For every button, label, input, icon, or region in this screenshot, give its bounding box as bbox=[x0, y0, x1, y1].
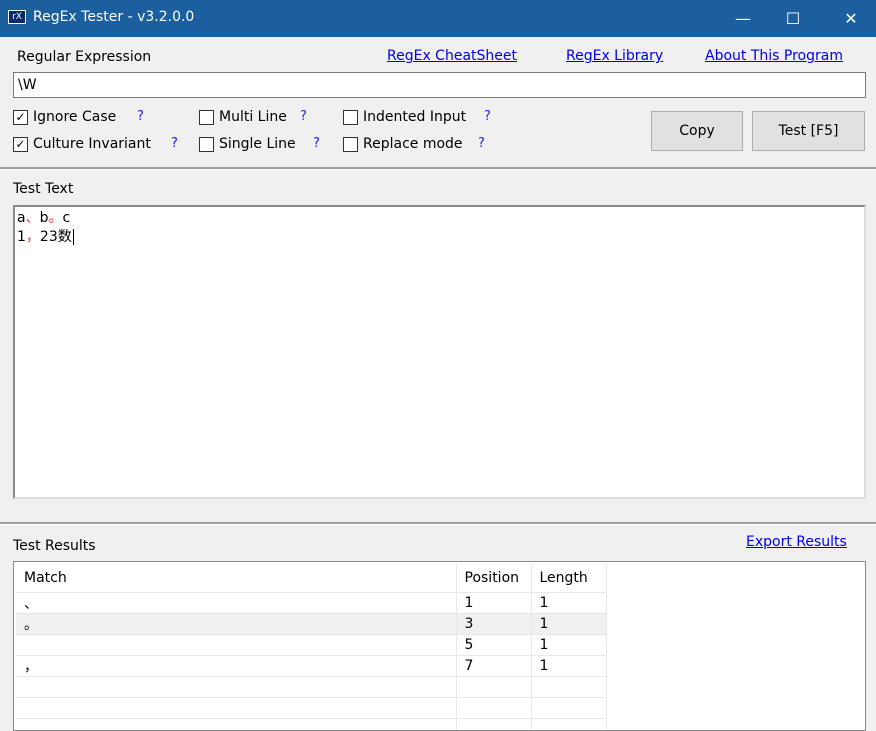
match-highlight: 。 bbox=[48, 210, 63, 226]
option-indented-input[interactable]: Indented Input bbox=[343, 108, 466, 126]
table-row[interactable] bbox=[16, 697, 607, 719]
help-icon[interactable]: ? bbox=[300, 109, 307, 124]
option-replace-mode[interactable]: Replace mode bbox=[343, 135, 463, 153]
results-label: Test Results bbox=[13, 538, 96, 554]
option-multi-line[interactable]: Multi Line bbox=[199, 108, 287, 126]
regex-label: Regular Expression bbox=[17, 49, 152, 65]
cell: 。 bbox=[16, 613, 457, 635]
table-row[interactable] bbox=[16, 676, 607, 698]
option-culture-invariant[interactable]: ✓ Culture Invariant bbox=[13, 135, 151, 153]
text-line-1: a、b。c bbox=[17, 209, 862, 228]
cell: 1 bbox=[531, 613, 607, 635]
column-header-position[interactable]: Position bbox=[456, 564, 532, 593]
help-icon[interactable]: ? bbox=[171, 136, 178, 151]
copy-button[interactable]: Copy bbox=[651, 111, 743, 151]
option-single-line[interactable]: Single Line bbox=[199, 135, 296, 153]
cell: ， bbox=[16, 655, 457, 677]
option-label: Culture Invariant bbox=[33, 136, 151, 152]
text: a bbox=[17, 210, 26, 226]
checkbox[interactable] bbox=[343, 136, 358, 152]
splitter[interactable] bbox=[0, 167, 876, 170]
table-row[interactable]: 。 3 1 bbox=[16, 613, 607, 635]
option-label: Replace mode bbox=[363, 136, 463, 152]
cheatsheet-link[interactable]: RegEx CheatSheet bbox=[387, 48, 517, 64]
library-link[interactable]: RegEx Library bbox=[566, 48, 663, 64]
table-row[interactable] bbox=[16, 718, 607, 730]
minimize-button[interactable]: — bbox=[718, 0, 768, 37]
text-cursor: ​ bbox=[72, 229, 74, 245]
option-ignore-case[interactable]: ✓ Ignore Case bbox=[13, 108, 116, 126]
cell: 、 bbox=[16, 592, 457, 614]
column-header-match[interactable]: Match bbox=[16, 564, 457, 593]
option-label: Single Line bbox=[219, 136, 296, 152]
checkbox[interactable] bbox=[199, 136, 214, 152]
help-icon[interactable]: ? bbox=[137, 109, 144, 124]
table-row[interactable]: 51 bbox=[16, 634, 607, 656]
title-bar: rX RegEx Tester - v3.2.0.0 — ☐ ✕ bbox=[0, 0, 876, 37]
cell bbox=[16, 676, 457, 698]
cell bbox=[456, 718, 532, 730]
text: 23数 bbox=[39, 229, 72, 245]
match-highlight: ， bbox=[25, 229, 40, 245]
window-title: RegEx Tester - v3.2.0.0 bbox=[33, 9, 195, 25]
maximize-button[interactable]: ☐ bbox=[768, 0, 818, 37]
cell bbox=[456, 676, 532, 698]
column-header-length[interactable]: Length bbox=[531, 564, 607, 593]
checkbox[interactable]: ✓ bbox=[13, 109, 28, 125]
cell bbox=[456, 697, 532, 719]
text: 1 bbox=[17, 229, 26, 245]
help-icon[interactable]: ? bbox=[478, 136, 485, 151]
close-button[interactable]: ✕ bbox=[826, 0, 876, 37]
cell: 5 bbox=[456, 634, 532, 656]
cell: 1 bbox=[531, 592, 607, 614]
help-icon[interactable]: ? bbox=[484, 109, 491, 124]
help-icon[interactable]: ? bbox=[313, 136, 320, 151]
table-row[interactable]: ， 7 1 bbox=[16, 655, 607, 677]
cell bbox=[16, 718, 457, 730]
cell bbox=[16, 697, 457, 719]
test-button[interactable]: Test [F5] bbox=[752, 111, 865, 151]
cell: 1 bbox=[531, 655, 607, 677]
option-label: Ignore Case bbox=[33, 109, 117, 125]
test-text-label: Test Text bbox=[13, 181, 74, 197]
cell bbox=[531, 676, 607, 698]
results-table[interactable]: Match Position Length 、 1 1。 3 1 5 1， 7 1 bbox=[13, 561, 866, 731]
splitter[interactable] bbox=[0, 522, 876, 525]
cell: 1 bbox=[456, 592, 532, 614]
cell bbox=[16, 634, 457, 656]
checkbox[interactable] bbox=[343, 109, 358, 125]
cell bbox=[531, 697, 607, 719]
text-line-2: 1，23数​ bbox=[17, 228, 862, 247]
text: c bbox=[62, 210, 71, 226]
regex-input[interactable]: \W bbox=[13, 72, 866, 98]
export-results-link[interactable]: Export Results bbox=[746, 534, 847, 550]
cell bbox=[531, 718, 607, 730]
cell: 7 bbox=[456, 655, 532, 677]
table-row[interactable]: 、 1 1 bbox=[16, 592, 607, 614]
cell: 1 bbox=[531, 634, 607, 656]
cell: 3 bbox=[456, 613, 532, 635]
option-label: Multi Line bbox=[219, 109, 287, 125]
checkbox[interactable] bbox=[199, 109, 214, 125]
match-highlight: 、 bbox=[25, 210, 40, 226]
app-icon: rX bbox=[8, 10, 26, 24]
test-text-area[interactable]: a、b。c 1，23数​ bbox=[13, 205, 866, 499]
about-link[interactable]: About This Program bbox=[705, 48, 843, 64]
option-label: Indented Input bbox=[363, 109, 467, 125]
checkbox[interactable]: ✓ bbox=[13, 136, 28, 152]
